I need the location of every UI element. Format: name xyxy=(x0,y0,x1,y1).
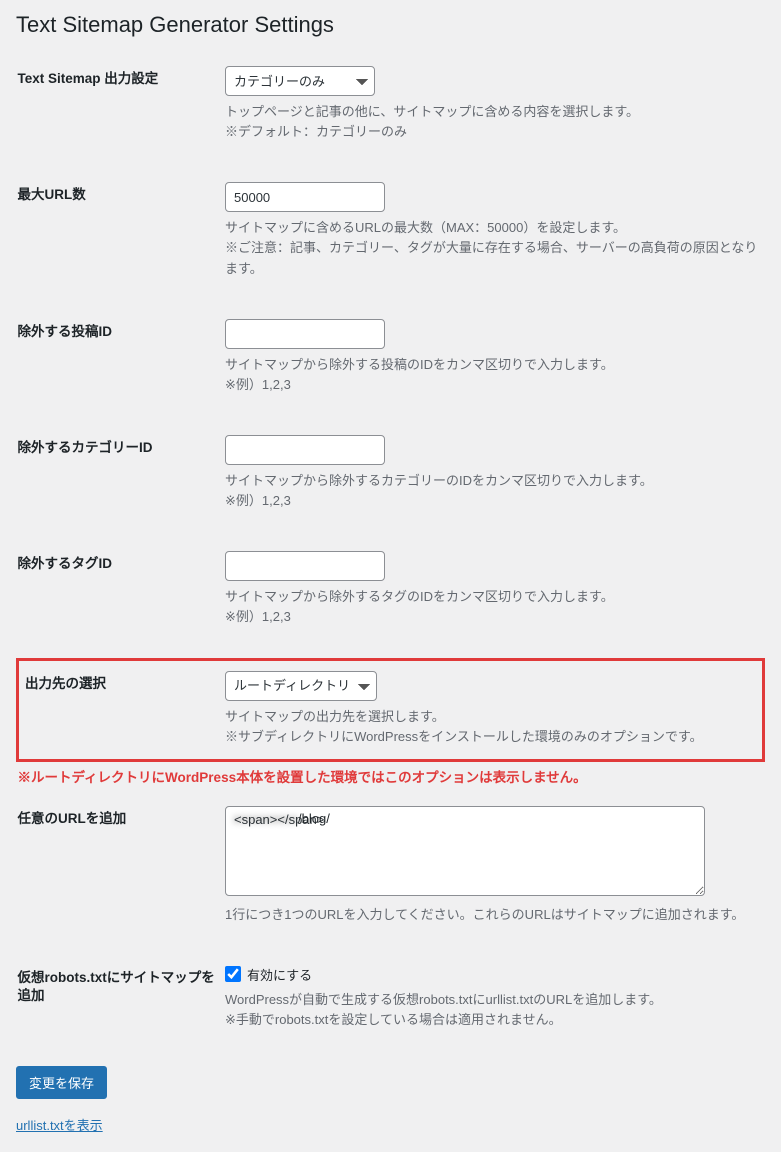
maxurl-input[interactable] xyxy=(225,182,385,212)
highlight-dest-row: 出力先の選択 ルートディレクトリ サイトマップの出力先を選択します。 ※サブディ… xyxy=(18,659,764,760)
page-title: Text Sitemap Generator Settings xyxy=(16,8,765,38)
label-dest: 出力先の選択 xyxy=(18,659,226,760)
desc-ex-cat: サイトマップから除外するカテゴリーのIDをカンマ区切りで入力します。 ※例）1,… xyxy=(225,471,764,511)
ex-tag-input[interactable] xyxy=(225,551,385,581)
addurl-textarea[interactable]: <span></span> xyxy=(225,806,705,896)
robots-checkbox-label: 有効にする xyxy=(247,965,312,984)
desc-maxurl: サイトマップに含めるURLの最大数（MAX：50000）を設定します。 ※ご注意… xyxy=(225,218,764,278)
desc-addurl: 1行につき1つのURLを入力してください。これらのURLはサイトマップに追加され… xyxy=(225,905,764,925)
desc-robots: WordPressが自動で生成する仮想robots.txtにurllist.tx… xyxy=(225,990,764,1030)
desc-output: トップページと記事の他に、サイトマップに含める内容を選択します。 ※デフォルト：… xyxy=(225,102,764,142)
preview-link[interactable]: urllist.txtを表示 xyxy=(16,1115,103,1134)
output-select[interactable]: カテゴリーのみ xyxy=(225,66,375,96)
ex-cat-input[interactable] xyxy=(225,435,385,465)
desc-dest: サイトマップの出力先を選択します。 ※サブディレクトリにWordPressをイン… xyxy=(225,707,762,747)
red-note: ※ルートディレクトリにWordPress本体を設置した環境ではこのオプションは表… xyxy=(18,766,764,786)
robots-checkbox[interactable] xyxy=(225,966,241,982)
label-addurl: 任意のURLを追加 xyxy=(18,796,226,955)
desc-ex-post: サイトマップから除外する投稿のIDをカンマ区切りで入力します。 ※例）1,2,3 xyxy=(225,355,764,395)
label-maxurl: 最大URL数 xyxy=(18,172,226,308)
label-ex-cat: 除外するカテゴリーID xyxy=(18,425,226,541)
dest-select[interactable]: ルートディレクトリ xyxy=(225,671,377,701)
desc-ex-tag: サイトマップから除外するタグのIDをカンマ区切りで入力します。 ※例）1,2,3 xyxy=(225,587,764,627)
save-button[interactable]: 変更を保存 xyxy=(16,1066,107,1099)
label-ex-tag: 除外するタグID xyxy=(18,541,226,659)
label-ex-post: 除外する投稿ID xyxy=(18,309,226,425)
label-robots: 仮想robots.txtにサイトマップを追加 xyxy=(18,955,226,1060)
ex-post-input[interactable] xyxy=(225,319,385,349)
label-output: Text Sitemap 出力設定 xyxy=(18,56,226,172)
